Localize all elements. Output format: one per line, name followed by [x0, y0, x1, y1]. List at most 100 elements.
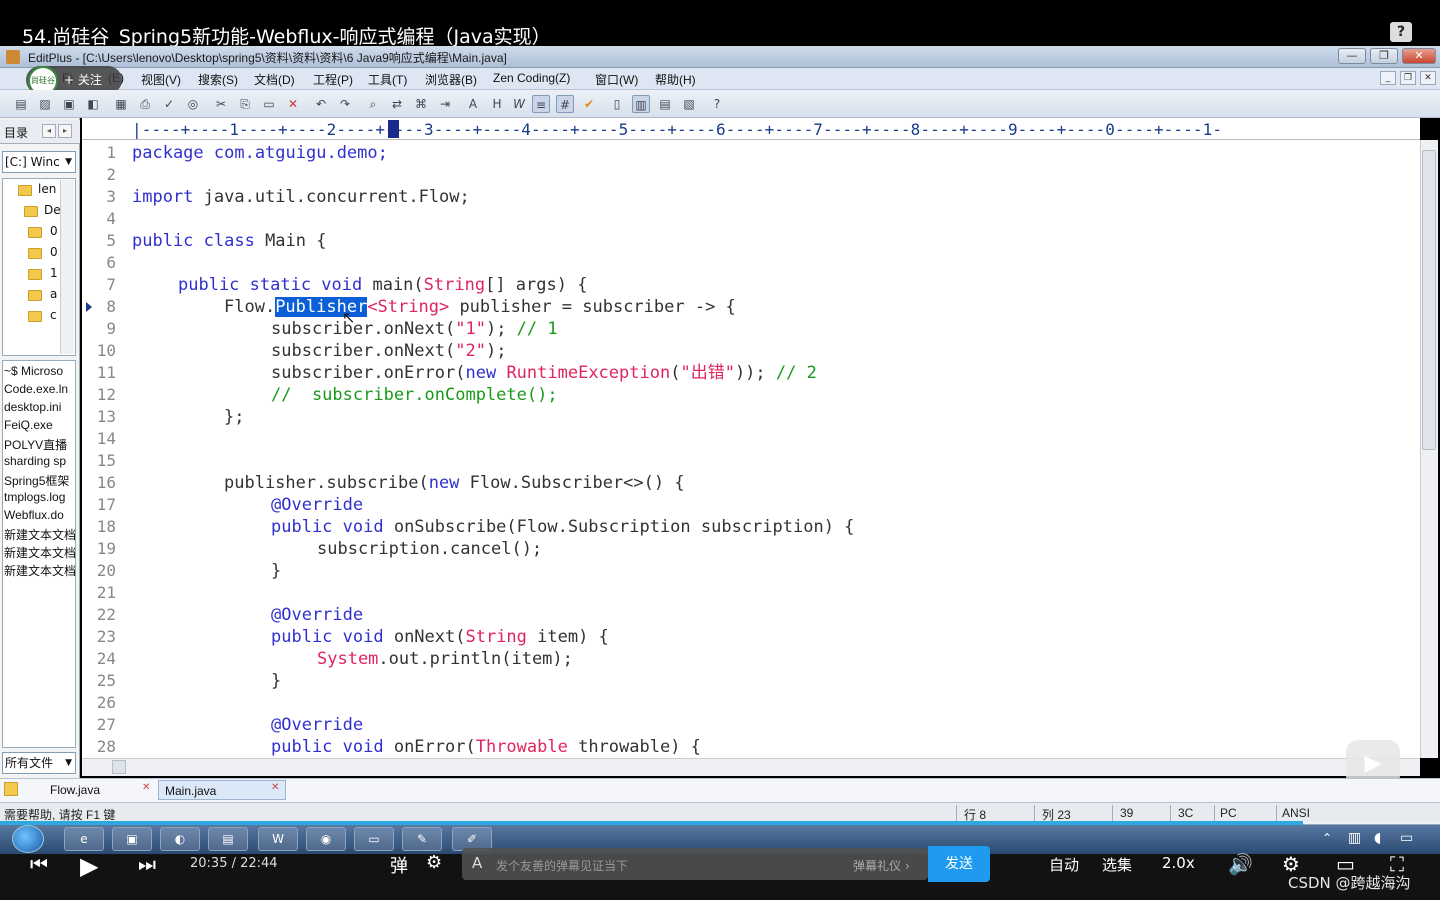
browser-preview-icon[interactable]: ◎ — [184, 95, 202, 113]
line-number-icon[interactable]: # — [556, 95, 574, 113]
menu-tools[interactable]: 工具(T) — [368, 71, 407, 88]
open-folder-icon[interactable]: ▨ — [36, 95, 54, 113]
tray-network-icon[interactable]: ▥ — [1348, 830, 1361, 846]
replace-icon[interactable]: ⇄ — [388, 95, 406, 113]
tab-left-icon[interactable]: ◂ — [42, 124, 56, 138]
paint-icon[interactable]: ✎ — [402, 827, 442, 851]
tree-item[interactable]: 0 — [50, 224, 58, 238]
tree-item[interactable]: a — [50, 287, 57, 301]
drive-select[interactable]: [C:] Winc ▼ — [2, 151, 76, 173]
episodes-button[interactable]: 选集 — [1102, 854, 1132, 875]
print-icon[interactable]: ⎙ — [136, 95, 154, 113]
find-icon[interactable]: ⌕ — [364, 95, 382, 113]
save-all-icon[interactable]: ◧ — [84, 95, 102, 113]
menu-view[interactable]: 视图(V) — [141, 71, 181, 88]
redo-icon[interactable]: ↷ — [336, 95, 354, 113]
mdi-minimize-icon[interactable]: _ — [1380, 71, 1396, 85]
cut-icon[interactable]: ✂ — [212, 95, 230, 113]
find-in-files-icon[interactable]: ⌘ — [412, 95, 430, 113]
list-item[interactable]: Spring5框架 — [4, 472, 76, 489]
check-icon[interactable]: ✔ — [580, 95, 598, 113]
tree-item[interactable]: c — [50, 308, 57, 322]
chrome-icon[interactable]: ◉ — [306, 827, 346, 851]
tab-flow-java[interactable]: Flow.java — [44, 780, 156, 800]
vertical-scroll-thumb[interactable] — [1422, 150, 1436, 450]
list-item[interactable]: Webflux.do — [4, 508, 76, 522]
directory-tab[interactable]: 目录 — [4, 124, 28, 141]
speed-button[interactable]: 2.0x — [1162, 854, 1195, 872]
mdi-restore-icon[interactable]: ❐ — [1400, 71, 1416, 85]
send-button[interactable]: 发送 — [928, 846, 990, 882]
tray-volume-icon[interactable]: ◖ — [1374, 830, 1381, 846]
windows-start-icon[interactable] — [12, 825, 44, 853]
tree-item[interactable]: De — [44, 203, 61, 217]
delete-icon[interactable]: ✕ — [284, 95, 302, 113]
cliptext-icon[interactable]: ▤ — [656, 95, 674, 113]
horizontal-scroll-thumb[interactable] — [112, 760, 126, 774]
ruler-toggle-icon[interactable]: ≡ — [532, 95, 550, 113]
volume-icon[interactable]: 🔊 — [1228, 852, 1253, 876]
copy-icon[interactable]: ⎘ — [236, 95, 254, 113]
quality-button[interactable]: 自动 — [1049, 854, 1079, 875]
horizontal-scrollbar[interactable] — [82, 758, 1420, 776]
list-item[interactable]: 新建文本文档 — [4, 562, 76, 579]
hex-icon[interactable]: H — [488, 95, 506, 113]
spellcheck-icon[interactable]: ✓ — [160, 95, 178, 113]
list-item[interactable]: sharding sp — [4, 454, 76, 468]
fullscreen-icon[interactable]: ▧ — [680, 95, 698, 113]
danmu-etiquette-link[interactable]: 弹幕礼仪 › — [853, 857, 910, 874]
word-icon[interactable]: W — [258, 827, 298, 851]
danmu-style-icon[interactable]: A — [472, 854, 482, 872]
tab-right-icon[interactable]: ▸ — [58, 124, 72, 138]
close-button[interactable]: ✕ — [1402, 48, 1436, 64]
file-filter-select[interactable]: 所有文件 ▼ — [2, 752, 76, 774]
list-item[interactable]: ~$ Microso — [4, 364, 76, 378]
dir-window-icon[interactable]: ▯ — [608, 95, 626, 113]
follow-button[interactable]: + 关注 — [64, 71, 102, 88]
list-item[interactable]: 新建文本文档 — [4, 544, 76, 561]
menu-help[interactable]: 帮助(H) — [655, 71, 696, 88]
mdi-close-icon[interactable]: ✕ — [1420, 71, 1436, 85]
tab-close-icon[interactable]: ✕ — [271, 782, 279, 793]
tray-monitor-icon[interactable]: ▭ — [1400, 830, 1413, 846]
eclipse-icon[interactable]: ◐ — [160, 827, 200, 851]
code-editor[interactable]: 1 package com.atguigu.demo; 2 3 import jav… — [82, 140, 1420, 758]
menu-zen-coding[interactable]: Zen Coding(Z) — [493, 71, 570, 85]
menu-document[interactable]: 文档(D) — [254, 71, 295, 88]
list-item[interactable]: Code.exe.ln — [4, 382, 76, 396]
previous-icon[interactable]: ⏮ — [30, 852, 48, 876]
danmu-toggle-icon[interactable]: 弹 — [390, 852, 408, 878]
list-item[interactable]: POLYV直播 — [4, 436, 76, 453]
paste-icon[interactable]: ▭ — [260, 95, 278, 113]
danmu-settings-icon[interactable]: ⚙ — [426, 852, 442, 873]
help-context-icon[interactable]: ? — [708, 95, 726, 113]
new-file-icon[interactable]: ▤ — [12, 95, 30, 113]
tray-chevron-icon[interactable]: ⌃ — [1322, 831, 1332, 845]
menu-search[interactable]: 搜索(S) — [198, 71, 238, 88]
output-window-icon[interactable]: ▥ — [632, 95, 650, 113]
tree-item[interactable]: 1 — [50, 266, 58, 280]
save-icon[interactable]: ▣ — [60, 95, 78, 113]
menu-window[interactable]: 窗口(W) — [595, 71, 638, 88]
list-item[interactable]: tmplogs.log — [4, 490, 76, 504]
list-item[interactable]: FeiQ.exe — [4, 418, 76, 432]
minimize-button[interactable]: — — [1338, 48, 1366, 64]
play-icon[interactable]: ▶ — [80, 852, 98, 880]
word-wrap-icon[interactable]: W — [510, 95, 528, 113]
menu-project[interactable]: 工程(P) — [313, 71, 353, 88]
tree-scrollbar[interactable] — [60, 180, 74, 354]
maximize-button[interactable]: ❐ — [1370, 48, 1398, 64]
list-item[interactable]: desktop.ini — [4, 400, 76, 414]
print-preview-icon[interactable]: ▦ — [112, 95, 130, 113]
intellij-icon[interactable]: ▣ — [112, 827, 152, 851]
font-icon[interactable]: A — [464, 95, 482, 113]
goto-line-icon[interactable]: ⇥ — [436, 95, 454, 113]
explorer-icon[interactable]: ▤ — [208, 827, 248, 851]
display-icon[interactable]: ▭ — [354, 827, 394, 851]
tab-main-java[interactable]: Main.java — [158, 780, 286, 800]
help-icon[interactable]: ? — [1390, 22, 1412, 42]
list-item[interactable]: 新建文本文档 — [4, 526, 76, 543]
menu-browser[interactable]: 浏览器(B) — [425, 71, 477, 88]
ie-icon[interactable]: e — [64, 827, 104, 851]
next-icon[interactable]: ⏭ — [138, 852, 156, 876]
